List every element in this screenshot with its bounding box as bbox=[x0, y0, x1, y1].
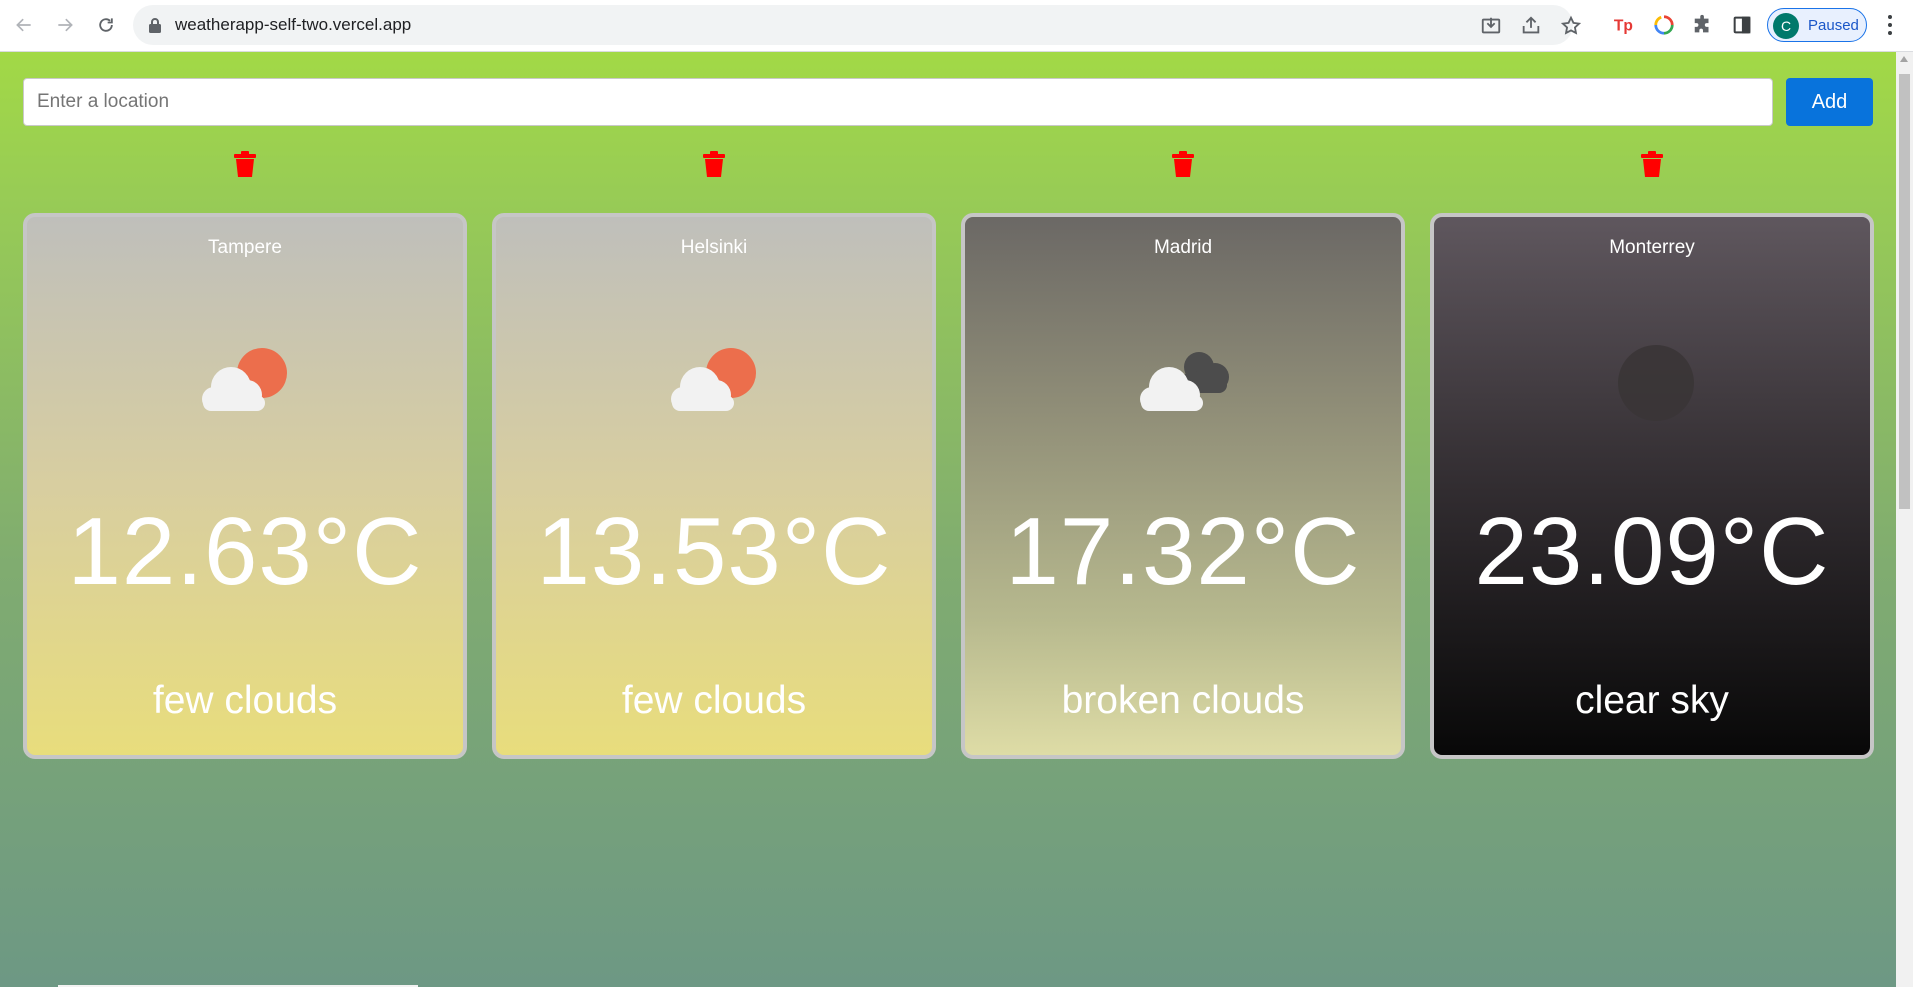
reload-icon[interactable] bbox=[92, 11, 120, 39]
side-panel-icon[interactable] bbox=[1729, 12, 1755, 38]
vertical-scrollbar[interactable] bbox=[1896, 52, 1913, 987]
profile-status: Paused bbox=[1808, 17, 1859, 34]
extension-color-icon[interactable] bbox=[1651, 12, 1677, 38]
scroll-thumb[interactable] bbox=[1899, 74, 1910, 509]
location-input[interactable] bbox=[23, 78, 1773, 126]
share-icon[interactable] bbox=[1520, 15, 1542, 37]
scroll-up-arrow-icon[interactable] bbox=[1900, 56, 1908, 62]
weather-description: broken clouds bbox=[1061, 679, 1305, 722]
install-icon[interactable] bbox=[1480, 15, 1502, 37]
clear-night-icon bbox=[1596, 337, 1716, 427]
broken-clouds-icon bbox=[1127, 337, 1247, 427]
temperature: 17.32°C bbox=[1005, 498, 1361, 605]
few-clouds-icon bbox=[658, 337, 778, 427]
weather-card: Monterrey 23.09°C clear sky bbox=[1430, 213, 1874, 759]
url-text[interactable]: weatherapp-self-two.vercel.app bbox=[175, 15, 411, 35]
add-button[interactable]: Add bbox=[1786, 78, 1873, 126]
weather-card: Helsinki 13.53°C few clouds bbox=[492, 213, 936, 759]
avatar: C bbox=[1773, 13, 1799, 39]
trash-icon[interactable] bbox=[699, 148, 729, 180]
page-viewport: Add Tampere 12.63°C few clouds Helsinki 13.5… bbox=[0, 52, 1896, 987]
forward-arrow-icon[interactable] bbox=[51, 11, 79, 39]
lock-icon[interactable] bbox=[148, 17, 162, 33]
extension-tp-icon[interactable]: Tp bbox=[1611, 12, 1637, 38]
trash-icon[interactable] bbox=[1637, 148, 1667, 180]
city-name: Monterrey bbox=[1609, 237, 1695, 258]
weather-description: few clouds bbox=[152, 679, 338, 722]
weather-card: Madrid 17.32°C broken clouds bbox=[961, 213, 1405, 759]
trash-icon[interactable] bbox=[1168, 148, 1198, 180]
address-bar[interactable]: weatherapp-self-two.vercel.app bbox=[133, 5, 1582, 45]
svg-text:Tp: Tp bbox=[1614, 18, 1633, 35]
city-name: Tampere bbox=[208, 237, 282, 258]
temperature: 13.53°C bbox=[536, 498, 892, 605]
location-search-row: Add bbox=[23, 78, 1873, 126]
back-arrow-icon[interactable] bbox=[10, 11, 38, 39]
weather-description: clear sky bbox=[1575, 679, 1729, 722]
temperature: 23.09°C bbox=[1474, 498, 1830, 605]
trash-icon[interactable] bbox=[230, 148, 260, 180]
temperature: 12.63°C bbox=[67, 498, 423, 605]
kebab-menu-icon[interactable] bbox=[1880, 13, 1900, 37]
city-name: Helsinki bbox=[680, 237, 748, 258]
browser-toolbar: weatherapp-self-two.vercel.app Tp C Paus… bbox=[0, 0, 1913, 52]
star-icon[interactable] bbox=[1560, 15, 1582, 37]
city-name: Madrid bbox=[1153, 237, 1213, 258]
weather-description: few clouds bbox=[621, 679, 807, 722]
weather-card: Tampere 12.63°C few clouds bbox=[23, 213, 467, 759]
puzzle-icon[interactable] bbox=[1690, 12, 1716, 38]
profile-button[interactable]: C Paused bbox=[1767, 8, 1867, 42]
few-clouds-icon bbox=[189, 337, 309, 427]
